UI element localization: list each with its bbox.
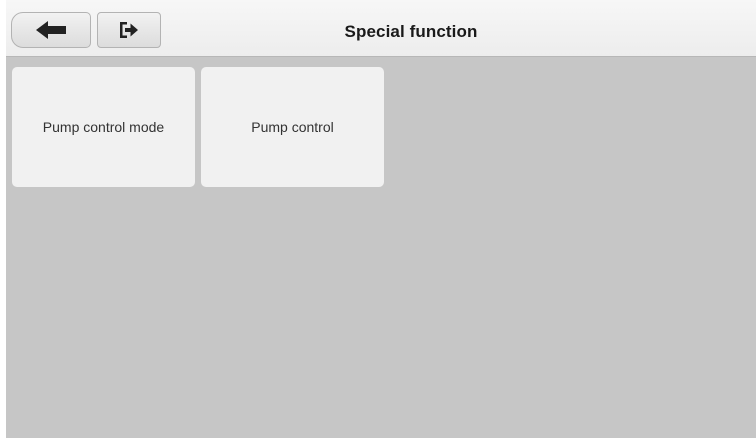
page-title: Special function	[344, 22, 478, 41]
app-screen: Special function Pump control mode Pump …	[6, 0, 756, 438]
back-arrow-icon	[35, 20, 67, 40]
tile-label: Pump control	[251, 119, 334, 135]
exit-icon	[119, 21, 139, 39]
exit-button[interactable]	[97, 12, 161, 48]
back-button[interactable]	[11, 12, 91, 48]
pump-control-mode-tile[interactable]: Pump control mode	[12, 67, 195, 187]
tile-label: Pump control mode	[42, 119, 165, 135]
top-bar: Special function	[6, 0, 756, 57]
pump-control-tile[interactable]: Pump control	[201, 67, 384, 187]
